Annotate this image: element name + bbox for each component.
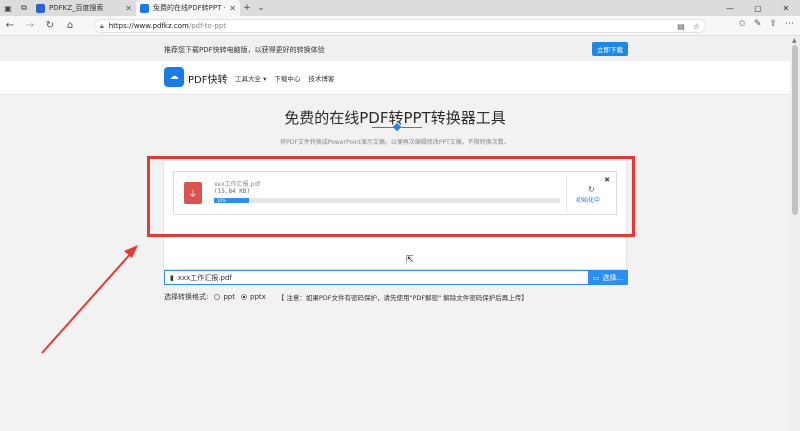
scroll-thumb[interactable] [792, 45, 798, 215]
annotation-arrow [41, 245, 138, 354]
scroll-up-icon[interactable]: ▲ [792, 37, 797, 44]
page-scrollbar[interactable]: ▲ [790, 37, 800, 431]
mouse-cursor-icon: ⇱ [406, 255, 414, 265]
arrow-shaft [41, 250, 134, 354]
arrow-head [124, 245, 138, 258]
